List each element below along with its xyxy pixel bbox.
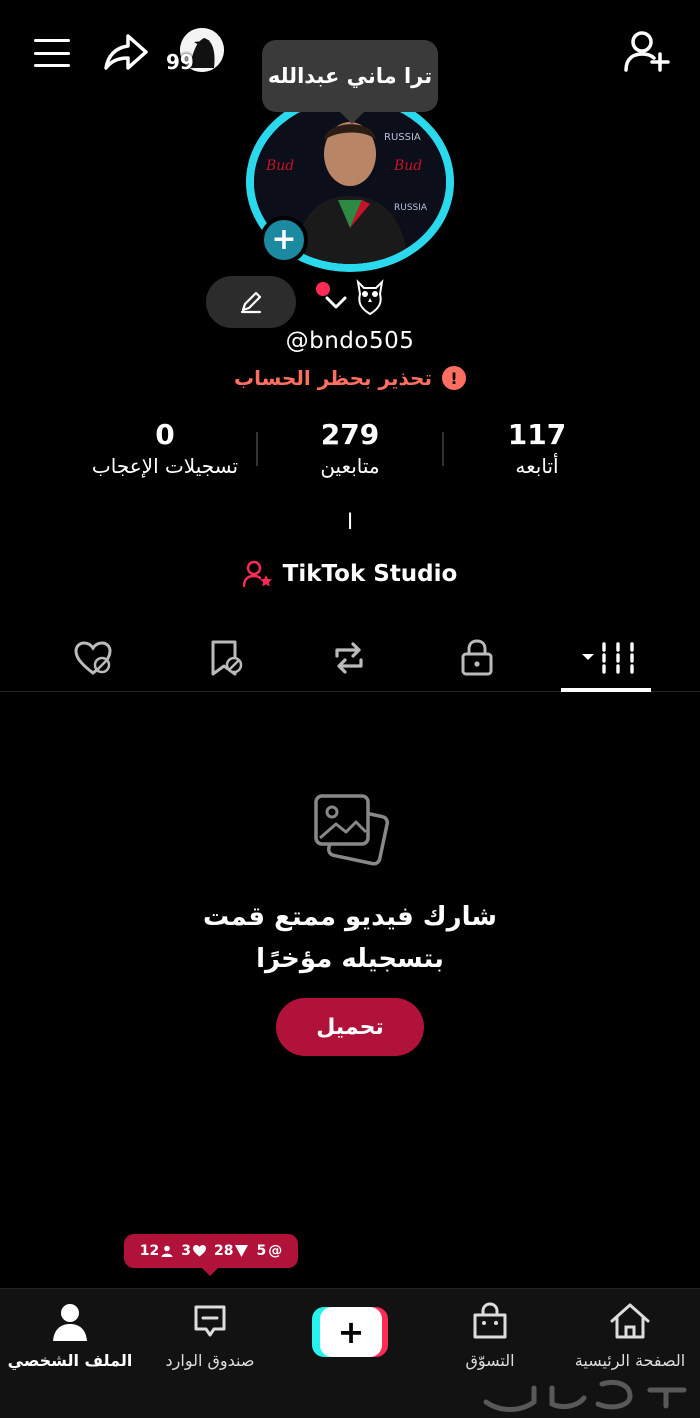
nav-profile-label: الملف الشخصي — [7, 1351, 133, 1370]
heart-hidden-icon — [74, 641, 112, 675]
notif-mentions: 5 @ — [256, 1243, 282, 1259]
stat-value: 0 — [155, 418, 175, 451]
person-icon — [161, 1245, 173, 1257]
stat-likes[interactable]: 0 تسجيلات الإعجاب — [60, 418, 270, 478]
studio-label: TikTok Studio — [282, 561, 458, 587]
svg-text:Bud: Bud — [265, 158, 294, 174]
chevron-down-icon — [325, 296, 347, 309]
likes-count: 3 — [181, 1243, 191, 1259]
grid-icon — [582, 642, 634, 674]
add-story-button[interactable]: + — [260, 216, 308, 264]
tiktok-studio-link[interactable]: TikTok Studio — [0, 560, 700, 588]
stat-label: أتابعه — [515, 453, 559, 478]
avatar-tooltip: ترا ماني عبدالله — [262, 40, 438, 124]
notif-likes: 3 — [181, 1243, 206, 1259]
svg-text:Bud: Bud — [393, 158, 422, 174]
notification-summary[interactable]: 12 3 28 5 @ — [124, 1234, 298, 1276]
heart-icon — [193, 1245, 206, 1257]
svg-text:RUSSIA: RUSSIA — [384, 132, 421, 143]
account-switcher[interactable] — [308, 276, 398, 326]
bookmark-hidden-icon — [211, 640, 243, 676]
lock-icon — [461, 639, 493, 676]
svg-text:RUSSIA: RUSSIA — [394, 203, 428, 213]
nav-inbox[interactable]: صندوق الوارد — [140, 1301, 280, 1370]
plus-icon: + — [320, 1307, 382, 1357]
nav-home[interactable]: الصفحة الرئيسية — [560, 1301, 700, 1370]
shopping-bag-icon — [473, 1302, 507, 1339]
inbox-icon — [194, 1305, 226, 1337]
nav-inbox-label: صندوق الوارد — [165, 1351, 255, 1370]
nav-shop[interactable]: التسوّق — [420, 1301, 560, 1370]
exclamation-icon: ! — [441, 366, 466, 390]
nav-shop-label: التسوّق — [465, 1351, 515, 1370]
menu-button[interactable] — [30, 36, 74, 70]
tab-liked[interactable] — [58, 628, 128, 688]
notif-comments: 28 — [214, 1243, 249, 1259]
stat-label: متابعين — [320, 453, 380, 478]
followers-count: 12 — [139, 1243, 160, 1259]
owl-logo-icon — [356, 279, 384, 316]
stat-following[interactable]: 117 أتابعه — [432, 418, 642, 478]
watermark-logo — [480, 1376, 690, 1414]
tooltip-text: ترا ماني عبدالله — [267, 64, 433, 88]
comments-count: 28 — [214, 1243, 234, 1259]
send-icon — [235, 1245, 249, 1257]
share-icon — [104, 34, 148, 70]
tab-videos[interactable] — [572, 628, 642, 688]
plus-icon: + — [271, 222, 297, 257]
stat-label: تسجيلات الإعجاب — [91, 453, 239, 478]
nav-home-label: الصفحة الرئيسية — [574, 1351, 686, 1370]
ban-warning[interactable]: تحذير بحظر الحساب ! — [0, 366, 700, 390]
active-tab-indicator — [561, 688, 651, 692]
nav-profile[interactable]: الملف الشخصي — [0, 1301, 140, 1370]
warning-text: تحذير بحظر الحساب — [234, 366, 432, 390]
badge-avatar[interactable]: 99 — [166, 28, 226, 78]
notif-followers: 12 — [140, 1243, 173, 1259]
tab-favorites[interactable] — [190, 628, 260, 688]
menu-line — [34, 39, 70, 42]
menu-line — [34, 64, 70, 67]
tab-reposts[interactable] — [314, 628, 384, 688]
badge-count: 99 — [166, 50, 194, 74]
stat-value: 279 — [320, 418, 380, 451]
at-icon: @ — [268, 1243, 283, 1259]
profile-tabs — [0, 628, 700, 692]
creator-star-icon — [242, 560, 272, 588]
photo-stack-icon — [310, 790, 390, 870]
empty-state-message: شارك فيديو ممتع قمت بتسجيله مؤخرًا — [0, 896, 700, 980]
stat-value: 117 — [507, 418, 567, 451]
tab-private[interactable] — [442, 628, 512, 688]
empty-line-2: بتسجيله مؤخرًا — [256, 944, 444, 974]
profile-icon — [53, 1304, 87, 1341]
create-button[interactable]: + — [312, 1307, 388, 1357]
stat-followers[interactable]: 279 متابعين — [245, 418, 455, 478]
profile-bio: ا — [346, 510, 354, 535]
username: @bndo505 — [285, 328, 415, 354]
share-button[interactable] — [102, 30, 150, 74]
pencil-icon — [240, 291, 262, 314]
add-user-icon — [624, 31, 670, 72]
add-friend-button[interactable] — [622, 28, 672, 74]
home-icon — [610, 1303, 650, 1339]
menu-line — [34, 51, 70, 55]
edit-profile-button[interactable] — [206, 276, 296, 328]
repost-icon — [335, 642, 363, 674]
empty-line-1: شارك فيديو ممتع قمت — [203, 902, 497, 932]
upload-button[interactable]: تحميل — [276, 998, 424, 1056]
mentions-count: 5 — [256, 1243, 267, 1259]
